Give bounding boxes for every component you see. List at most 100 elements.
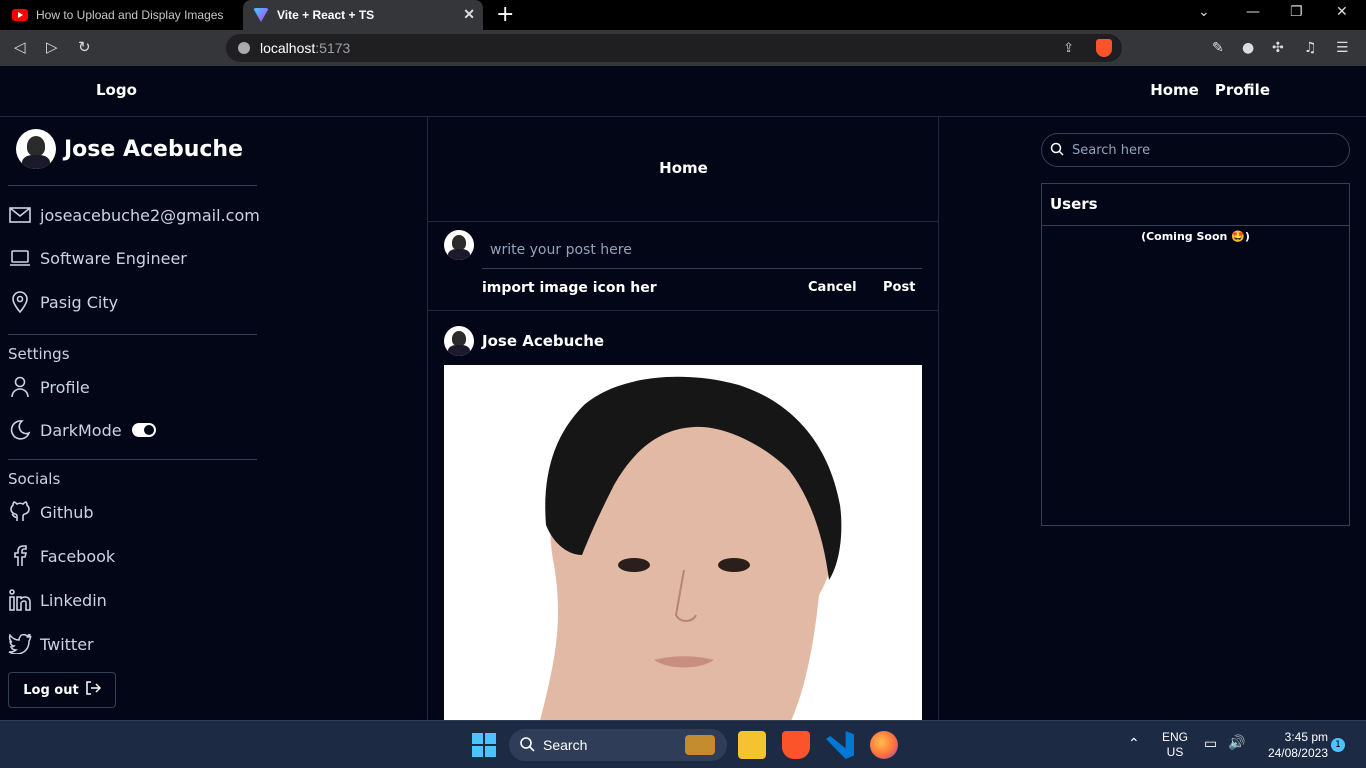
github-icon — [8, 500, 32, 524]
post-image — [444, 365, 922, 720]
extension-mic-icon[interactable]: ● — [1242, 40, 1254, 56]
linkedin-icon — [8, 588, 32, 612]
map-pin-icon — [8, 290, 32, 314]
media-icon[interactable]: ♫ — [1304, 40, 1317, 56]
clock-date: 24/08/2023 — [1267, 746, 1328, 760]
app-header: Logo Home Profile — [0, 66, 1366, 117]
post-author: Jose Acebuche — [482, 332, 605, 350]
maximize-icon[interactable]: ❐ — [1290, 4, 1303, 20]
file-explorer-icon[interactable] — [738, 731, 766, 759]
sidebar-item-darkmode: DarkMode — [8, 418, 156, 442]
divider — [8, 185, 257, 186]
back-icon[interactable]: ◁ — [14, 38, 26, 56]
nav-home[interactable]: Home — [1150, 81, 1199, 99]
youtube-icon — [12, 9, 28, 21]
settings-title: Settings — [8, 345, 70, 363]
job-item: Software Engineer — [8, 246, 187, 270]
social-linkedin[interactable]: Linkedin — [8, 588, 107, 612]
menu-icon[interactable]: ☰ — [1336, 40, 1349, 56]
users-panel: Users (Coming Soon 🤩) — [1041, 183, 1350, 526]
forward-icon[interactable]: ▷ — [46, 38, 58, 56]
social-label: Twitter — [40, 634, 94, 654]
brave-shields-icon[interactable] — [1096, 39, 1112, 57]
tab-search-icon[interactable]: ⌄ — [1198, 4, 1210, 20]
firefox-icon[interactable] — [870, 731, 898, 759]
logo[interactable]: Logo — [96, 81, 137, 99]
address-bar[interactable]: localhost:5173 ⇪ — [226, 34, 1122, 62]
laptop-icon — [8, 246, 32, 270]
twitter-icon — [8, 632, 32, 656]
divider — [8, 334, 257, 335]
logout-button[interactable]: Log out — [8, 672, 116, 708]
job-text: Software Engineer — [40, 248, 187, 268]
avatar — [444, 326, 474, 356]
page-title: Home — [659, 159, 708, 177]
share-icon[interactable]: ⇪ — [1063, 40, 1074, 56]
window-close-icon[interactable]: ✕ — [1336, 4, 1348, 20]
location-item: Pasig City — [8, 290, 118, 314]
lang-code: ENG — [1162, 730, 1189, 744]
divider — [428, 310, 938, 311]
left-sidebar: Jose Acebuche joseacebuche2@gmail.com So… — [0, 117, 428, 720]
search-box[interactable] — [1041, 133, 1350, 167]
post-input[interactable] — [482, 231, 922, 269]
tab-title: Vite + React + TS — [277, 8, 375, 22]
email-item: joseacebuche2@gmail.com — [8, 203, 260, 227]
brave-icon[interactable] — [782, 731, 810, 759]
darkmode-toggle[interactable] — [131, 423, 156, 437]
tab-title: How to Upload and Display Images us — [36, 8, 226, 22]
social-twitter[interactable]: Twitter — [8, 632, 94, 656]
browser-tabbar: How to Upload and Display Images us Vite… — [0, 0, 1366, 30]
search-input[interactable] — [1072, 142, 1332, 158]
sidebar-item-profile[interactable]: Profile — [8, 375, 90, 399]
main-feed: Home import image icon her Cancel Post J… — [428, 117, 939, 720]
reload-icon[interactable]: ↻ — [78, 38, 91, 56]
vscode-icon[interactable] — [826, 731, 854, 759]
top-nav: Home Profile — [1150, 81, 1270, 99]
minimize-icon[interactable]: — — [1246, 4, 1260, 20]
sidebar-item-label: Profile — [40, 377, 90, 397]
vite-icon — [253, 8, 269, 22]
import-image-text[interactable]: import image icon her — [482, 280, 657, 296]
close-tab-icon[interactable]: ✕ — [463, 6, 475, 23]
notification-badge[interactable]: 1 — [1331, 738, 1345, 752]
taskbar-search[interactable]: Search — [509, 729, 727, 761]
avatar — [16, 129, 56, 169]
search-icon — [1050, 141, 1064, 160]
mail-icon — [8, 203, 32, 227]
profile-name: Jose Acebuche — [64, 136, 243, 162]
clock[interactable]: 3:45 pm 24/08/2023 — [1258, 729, 1328, 761]
url-port: :5173 — [315, 40, 351, 56]
divider — [428, 221, 938, 222]
social-label: Linkedin — [40, 590, 107, 610]
volume-icon[interactable]: 🔊 — [1228, 734, 1245, 751]
nav-profile[interactable]: Profile — [1215, 81, 1270, 99]
post-button[interactable]: Post — [883, 280, 915, 295]
windows-start-icon[interactable] — [472, 733, 496, 757]
cancel-button[interactable]: Cancel — [808, 280, 857, 295]
extensions-icon[interactable]: ✣ — [1272, 40, 1284, 56]
tray-chevron-icon[interactable]: ⌃ — [1128, 735, 1140, 752]
location-text: Pasig City — [40, 292, 119, 312]
socials-title: Socials — [8, 470, 61, 488]
social-facebook[interactable]: Facebook — [8, 544, 115, 568]
profile-header: Jose Acebuche — [16, 129, 243, 169]
site-info-icon[interactable] — [238, 42, 250, 54]
lang-region: US — [1166, 745, 1184, 759]
network-icon[interactable]: ▭ — [1204, 735, 1217, 752]
users-title: Users — [1050, 195, 1098, 213]
extension-pen-icon[interactable]: ✎ — [1212, 40, 1224, 56]
sidebar-item-label: DarkMode — [40, 420, 122, 440]
divider — [1042, 225, 1349, 226]
email-text: joseacebuche2@gmail.com — [40, 205, 260, 225]
browser-tab-youtube[interactable]: How to Upload and Display Images us — [0, 0, 242, 30]
language-indicator[interactable]: ENG US — [1162, 730, 1188, 760]
clock-time: 3:45 pm — [1284, 730, 1328, 744]
url-host: localhost — [260, 40, 316, 56]
social-github[interactable]: Github — [8, 500, 94, 524]
new-tab-icon[interactable]: + — [496, 2, 514, 27]
browser-tab-vite[interactable]: Vite + React + TS ✕ — [243, 0, 483, 30]
browser-toolbar: ◁ ▷ ↻ localhost:5173 ⇪ ✎ ● ✣ ♫ ☰ — [0, 30, 1366, 66]
logout-icon — [85, 680, 101, 700]
search-icon — [519, 736, 535, 755]
